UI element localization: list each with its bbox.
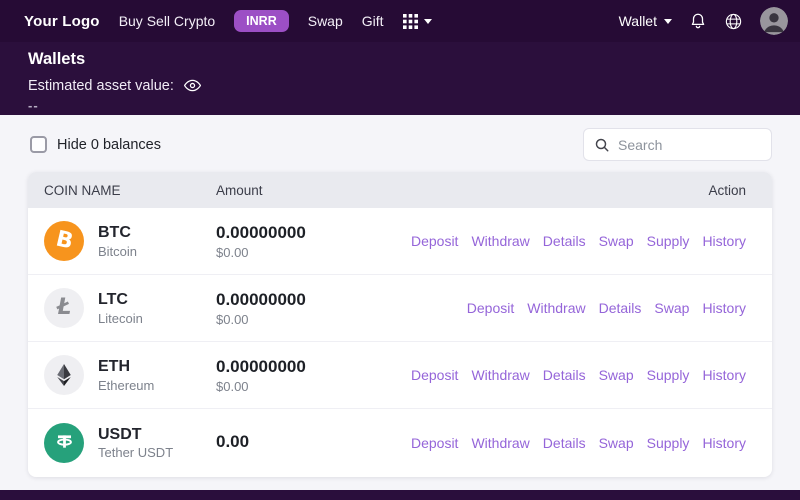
apps-grid-icon — [402, 13, 418, 29]
coin-amount: 0.00000000 — [216, 290, 306, 310]
coin-actions: Deposit Withdraw Details Swap Supply History — [411, 233, 746, 249]
coin-symbol: BTC — [98, 224, 131, 242]
action-deposit-link[interactable]: Deposit — [411, 233, 458, 249]
action-swap-link[interactable]: Swap — [599, 435, 634, 451]
coin-name: Litecoin — [98, 310, 143, 326]
hide-zero-balances-control: Hide 0 balances — [30, 136, 161, 153]
table-row: Ł LTC Litecoin 0.00000000 $0.00 Deposit W… — [28, 275, 772, 342]
column-header-amount: Amount — [216, 182, 263, 198]
coin-actions: Deposit Withdraw Details Swap Supply History — [411, 367, 746, 383]
coin-cell: USDT Tether USDT — [44, 422, 216, 463]
btc-icon: B — [44, 221, 84, 261]
navbar-right-group: Wallet — [619, 7, 788, 35]
action-history-link[interactable]: History — [702, 300, 746, 316]
coin-actions: Deposit Withdraw Details Swap History — [467, 300, 746, 316]
coin-name: Tether USDT — [98, 445, 174, 461]
action-details-link[interactable]: Details — [543, 435, 586, 451]
coin-cell: B BTC Bitcoin — [44, 221, 216, 261]
nav-gift-link[interactable]: Gift — [362, 13, 384, 29]
ltc-icon: Ł — [44, 288, 84, 328]
action-details-link[interactable]: Details — [543, 367, 586, 383]
column-header-coin-name: COIN NAME — [44, 182, 121, 198]
wallet-menu-button[interactable]: Wallet — [619, 13, 672, 29]
action-history-link[interactable]: History — [702, 367, 746, 383]
amount-cell: 0.00000000 $0.00 — [216, 356, 411, 394]
hide-zero-balances-checkbox[interactable] — [30, 136, 47, 153]
page-title: Wallets — [28, 50, 86, 68]
coin-actions: Deposit Withdraw Details Swap Supply History — [411, 435, 746, 451]
coin-cell: ETH Ethereum — [44, 355, 216, 395]
action-swap-link[interactable]: Swap — [654, 300, 689, 316]
nav-swap-link[interactable]: Swap — [308, 13, 343, 29]
amount-cell: 0.00 — [216, 431, 411, 454]
site-logo[interactable]: Your Logo — [24, 13, 100, 30]
estimated-asset-value: -- — [28, 98, 39, 113]
coin-amount: 0.00000000 — [216, 357, 306, 377]
coin-amount: 0.00000000 — [216, 223, 306, 243]
coin-table-body: B BTC Bitcoin 0.00000000 $0.00 Deposit Wi… — [28, 208, 772, 476]
search-icon — [594, 137, 610, 153]
eye-icon[interactable] — [183, 76, 202, 95]
action-history-link[interactable]: History — [702, 435, 746, 451]
coin-symbol: USDT — [98, 425, 142, 443]
action-withdraw-link[interactable]: Withdraw — [527, 300, 585, 316]
action-history-link[interactable]: History — [702, 233, 746, 249]
action-withdraw-link[interactable]: Withdraw — [471, 367, 529, 383]
coin-symbol: LTC — [98, 291, 128, 309]
action-supply-link[interactable]: Supply — [647, 233, 690, 249]
coin-usd-value: $0.00 — [216, 244, 249, 260]
hide-zero-balances-label: Hide 0 balances — [57, 136, 161, 153]
coin-name: Ethereum — [98, 377, 155, 393]
table-row: ETH Ethereum 0.00000000 $0.00 Deposit Wit… — [28, 342, 772, 409]
chevron-down-icon — [423, 18, 432, 24]
usdt-icon — [44, 422, 84, 463]
wallet-menu-label: Wallet — [618, 13, 657, 29]
coin-usd-value: $0.00 — [216, 311, 249, 327]
estimated-asset-label: Estimated asset value: — [28, 77, 174, 94]
amount-cell: 0.00000000 $0.00 — [216, 222, 411, 260]
coin-name: Bitcoin — [98, 243, 138, 259]
coin-amount: 0.00 — [216, 432, 250, 452]
coin-symbol: ETH — [98, 358, 130, 376]
action-withdraw-link[interactable]: Withdraw — [471, 435, 529, 451]
eth-icon — [44, 355, 84, 395]
table-row: B BTC Bitcoin 0.00000000 $0.00 Deposit Wi… — [28, 208, 772, 275]
action-withdraw-link[interactable]: Withdraw — [471, 233, 529, 249]
action-supply-link[interactable]: Supply — [647, 367, 690, 383]
action-supply-link[interactable]: Supply — [647, 435, 690, 451]
apps-menu-button[interactable] — [402, 13, 432, 29]
nav-buy-sell-crypto-link[interactable]: Buy Sell Crypto — [119, 13, 215, 29]
wallet-page-header: Wallets Estimated asset value: -- — [0, 42, 800, 115]
action-swap-link[interactable]: Swap — [599, 233, 634, 249]
table-header-row: COIN NAME Amount Action — [28, 172, 772, 208]
currency-badge[interactable]: INRR — [234, 10, 289, 32]
search-input[interactable] — [618, 136, 761, 153]
user-avatar[interactable] — [760, 7, 788, 35]
language-button[interactable] — [724, 12, 743, 31]
table-row: USDT Tether USDT 0.00 Deposit Withdraw Det… — [28, 409, 772, 476]
search-box — [583, 128, 772, 161]
action-details-link[interactable]: Details — [599, 300, 642, 316]
action-swap-link[interactable]: Swap — [599, 367, 634, 383]
wallet-table-card: COIN NAME Amount Action B BTC Bitcoin 0.… — [28, 172, 772, 477]
chevron-down-icon — [664, 18, 672, 24]
page-footer-bar — [0, 490, 800, 500]
top-navbar: Your Logo Buy Sell Crypto INRR Swap Gift… — [0, 0, 800, 42]
globe-icon — [724, 12, 743, 31]
action-deposit-link[interactable]: Deposit — [411, 435, 458, 451]
bell-icon — [689, 12, 707, 30]
action-deposit-link[interactable]: Deposit — [467, 300, 514, 316]
action-deposit-link[interactable]: Deposit — [411, 367, 458, 383]
notifications-button[interactable] — [689, 12, 707, 30]
action-details-link[interactable]: Details — [543, 233, 586, 249]
coin-usd-value: $0.00 — [216, 378, 249, 394]
column-header-action: Action — [708, 182, 746, 198]
coin-cell: Ł LTC Litecoin — [44, 288, 216, 328]
amount-cell: 0.00000000 $0.00 — [216, 289, 467, 327]
navbar-left-group: Your Logo Buy Sell Crypto INRR Swap Gift — [24, 10, 619, 32]
